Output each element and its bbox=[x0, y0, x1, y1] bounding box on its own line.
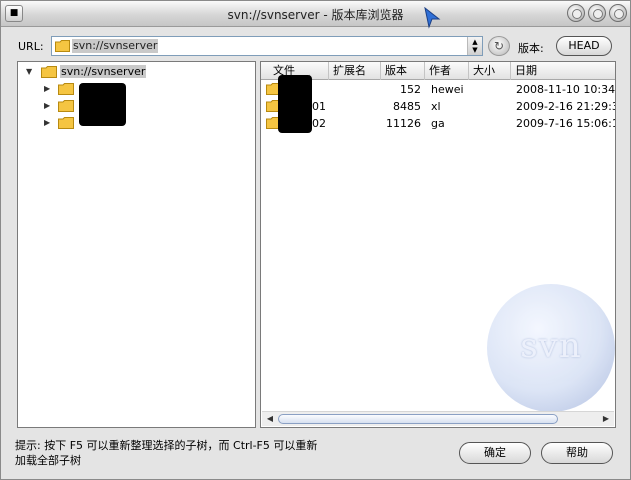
folder-icon bbox=[58, 100, 74, 115]
table-row[interactable]: 02 11126 ga 2009-7-16 15:06:10 bbox=[261, 115, 616, 132]
file-list[interactable]: 文件 ▲ 扩展名 版本 作者 大小 日期 152 hewei 2008-11-1… bbox=[260, 61, 616, 428]
maximize-button[interactable] bbox=[588, 4, 606, 22]
row-author: hewei bbox=[431, 83, 464, 96]
row-author: ga bbox=[431, 117, 445, 130]
list-header: 文件 ▲ 扩展名 版本 作者 大小 日期 bbox=[261, 62, 615, 81]
row-name bbox=[315, 81, 335, 98]
hint-line-2: 加载全部子树 bbox=[15, 454, 81, 467]
scroll-right-icon[interactable]: ▶ bbox=[599, 413, 613, 425]
row-name: 01 bbox=[312, 100, 326, 113]
hint-line-1: 提示: 按下 F5 可以重新整理选择的子树，而 Ctrl-F5 可以重新 bbox=[15, 439, 318, 452]
close-button[interactable] bbox=[609, 4, 627, 22]
ok-button[interactable]: 确定 bbox=[459, 442, 531, 464]
row-date: 2009-2-16 21:29:35 bbox=[516, 100, 616, 113]
scrollbar-thumb[interactable] bbox=[278, 414, 558, 424]
window-title: svn://svnserver - 版本库浏览器 bbox=[227, 8, 404, 22]
revision-head-button[interactable]: HEAD bbox=[556, 36, 612, 56]
url-input[interactable]: svn://svnserver bbox=[72, 39, 159, 53]
hint-text: 提示: 按下 F5 可以重新整理选择的子树，而 Ctrl-F5 可以重新 加载全… bbox=[15, 438, 355, 468]
redacted-block bbox=[79, 83, 126, 126]
expand-icon[interactable]: ▶ bbox=[44, 118, 50, 127]
url-dropdown-arrow-icon[interactable]: ▲ ▼ bbox=[467, 37, 482, 55]
row-revision: 11126 bbox=[386, 117, 421, 130]
folder-icon bbox=[58, 117, 74, 132]
expand-icon[interactable]: ▶ bbox=[44, 84, 50, 93]
folder-icon bbox=[41, 66, 57, 81]
folder-icon bbox=[55, 40, 70, 55]
table-row[interactable]: 01 8485 xl 2009-2-16 21:29:35 bbox=[261, 98, 616, 115]
row-revision: 152 bbox=[400, 83, 421, 96]
revision-label: 版本: bbox=[518, 42, 544, 55]
horizontal-scrollbar[interactable]: ◀ ▶ bbox=[262, 411, 614, 426]
url-label: URL: bbox=[18, 40, 44, 53]
row-date: 2009-7-16 15:06:10 bbox=[516, 117, 616, 130]
table-row[interactable]: 152 hewei 2008-11-10 10:34:23 bbox=[261, 81, 616, 98]
scroll-left-icon[interactable]: ◀ bbox=[263, 413, 277, 425]
row-name: 02 bbox=[312, 117, 326, 130]
url-combobox[interactable]: svn://svnserver ▲ ▼ bbox=[51, 36, 483, 56]
row-author: xl bbox=[431, 100, 441, 113]
redacted-block bbox=[278, 75, 312, 133]
column-header-extension[interactable]: 扩展名 bbox=[329, 62, 381, 80]
folder-icon bbox=[58, 83, 74, 98]
column-header-revision[interactable]: 版本 bbox=[381, 62, 425, 80]
column-header-author[interactable]: 作者 bbox=[425, 62, 469, 80]
collapse-icon[interactable]: ▼ bbox=[26, 67, 32, 76]
title-bar: ■ svn://svnserver - 版本库浏览器 bbox=[1, 1, 630, 29]
watermark-text: svn bbox=[520, 326, 582, 366]
expand-icon[interactable]: ▶ bbox=[44, 101, 50, 110]
help-button[interactable]: 帮助 bbox=[541, 442, 613, 464]
url-row: URL: svn://svnserver ▲ ▼ ↻ 版本: HEAD bbox=[1, 34, 630, 58]
row-revision: 8485 bbox=[393, 100, 421, 113]
repository-browser-window: ■ svn://svnserver - 版本库浏览器 URL: svn://sv… bbox=[0, 0, 631, 480]
svn-logo-watermark: svn bbox=[487, 284, 615, 412]
refresh-icon[interactable]: ↻ bbox=[488, 36, 510, 56]
column-header-date[interactable]: 日期 bbox=[511, 62, 615, 80]
repository-tree[interactable]: ▼ svn://svnserver ▶ ▶ ▶ bbox=[17, 61, 256, 428]
column-header-size[interactable]: 大小 bbox=[469, 62, 511, 80]
minimize-button[interactable] bbox=[567, 4, 585, 22]
row-date: 2008-11-10 10:34:23 bbox=[516, 83, 616, 96]
tree-root-label[interactable]: svn://svnserver bbox=[60, 65, 147, 78]
